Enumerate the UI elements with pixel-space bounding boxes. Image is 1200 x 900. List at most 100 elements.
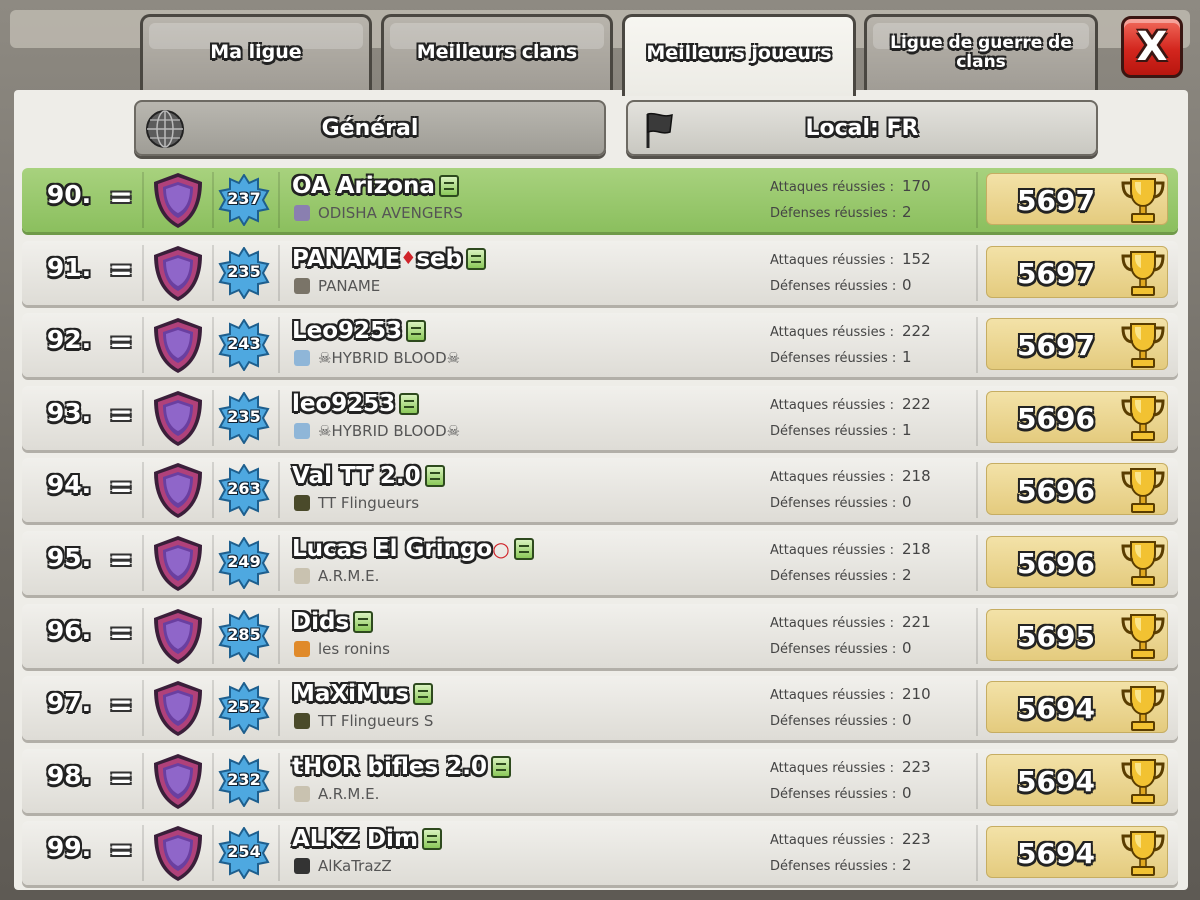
divider [142,535,144,591]
divider [142,607,144,664]
tab-ma-ligue[interactable]: Ma ligue [140,14,372,94]
defenses-value: 0 [902,638,912,657]
clan-name: AlKaTrazZ [318,857,392,876]
attacks-label: Attaques réussies : [770,252,894,268]
divider [976,535,978,591]
player-row[interactable]: 92. = 243 Leo9253 ☠HYBRID BLOOD☠ Attaque… [22,313,1178,378]
divider [142,462,144,519]
attack-defense-stats: Attaques réussies : 223 Défenses réussies… [770,755,970,807]
clan-name: A.R.M.E. [318,784,380,803]
tab-label: Meilleurs clans [416,41,578,63]
player-name-line: OA Arizona [292,172,459,200]
clan-line: AlKaTrazZ [294,857,392,875]
divider [142,680,144,737]
clan-name: A.R.M.E. [318,567,380,585]
player-name-line: leo9253 [292,390,420,418]
player-row[interactable]: 95. = 249 Lucas El Gringo ○ A.R.M.E. Att… [22,531,1178,595]
defenses-value: 2 [902,856,912,875]
trophy-count: 5697 [1017,329,1095,363]
divider [278,607,280,664]
defenses-value: 0 [902,275,912,294]
attacks-value: 218 [902,467,931,486]
trophy-box: 5694 [986,681,1168,734]
clan-name: ODISHA AVENGERS [318,204,463,222]
trophy-box: 5696 [986,536,1168,588]
attacks-label: Attaques réussies : [770,397,894,413]
clan-name: TT Flingueurs S [318,712,434,731]
player-row[interactable]: 98. = 232 tHOR bifles 2.0 A.R.M.E. Attaq… [22,748,1178,813]
close-icon: X [1136,24,1168,70]
xp-level: 235 [227,261,261,281]
player-row[interactable]: 96. = 285 Dids les ronins Attaques réuss… [22,603,1178,668]
rank-trend: = [109,760,133,794]
rank-number: 98. [46,760,92,790]
attack-defense-stats: Attaques réussies : 210 Défenses réussies… [770,682,970,734]
player-row[interactable]: 99. = 254 ALKZ Dim AlKaTrazZ Attaques ré… [22,821,1178,886]
divider [142,172,144,228]
clan-badge-icon [294,640,310,657]
rank-number: 93. [46,397,92,427]
player-row[interactable]: 93. = 235 leo9253 ☠HYBRID BLOOD☠ Attaque… [22,385,1178,450]
divider [278,172,280,228]
filter-local-button[interactable]: Local: FR [626,100,1098,156]
trophy-count: 5697 [1017,256,1095,290]
divider [976,389,978,446]
attacks-value: 223 [902,757,931,776]
clan-line: les ronins [294,640,390,658]
rank-trend: = [109,180,133,213]
rank-number: 91. [46,252,92,282]
divider [212,752,214,809]
legend-league-icon [154,318,202,374]
defenses-label: Défenses réussies : [770,278,897,294]
chat-badge-icon [399,392,420,415]
player-row[interactable]: 90. = 237 OA Arizona ODISHA AVENGERS Att… [22,168,1178,232]
tab-meilleurs-joueurs[interactable]: Meilleurs joueurs [622,14,856,96]
xp-level-star: 263 [218,463,270,518]
trophy-box: 5695 [986,608,1168,661]
clan-badge-icon [294,785,310,802]
player-name: OA Arizona [292,173,435,199]
divider [278,535,280,591]
xp-level-star: 285 [218,608,270,663]
xp-level-star: 237 [218,173,270,227]
player-row[interactable]: 94. = 263 Val TT 2.0 TT Flingueurs Attaq… [22,458,1178,523]
attacks-label: Attaques réussies : [770,325,894,341]
trophy-icon [1121,831,1165,877]
attack-defense-stats: Attaques réussies : 218 Défenses réussies… [770,464,970,516]
divider [212,607,214,664]
tab-meilleurs-clans[interactable]: Meilleurs clans [381,14,613,94]
legend-league-icon [154,463,202,519]
rank-trend: = [109,397,133,431]
trophy-box: 5697 [986,245,1168,298]
divider [976,244,978,301]
divider [278,462,280,519]
trophy-icon [1121,758,1165,804]
player-name-line: tHOR bifles 2.0 [292,753,511,781]
close-button[interactable]: X [1121,16,1183,78]
tab-ligue-guerre-clans[interactable]: Ligue de guerre de clans [864,14,1098,94]
rank-number: 92. [46,325,92,355]
chat-badge-icon [490,755,511,778]
chat-badge-icon [421,828,442,851]
name-marker: ○ [492,537,510,561]
filter-general-button[interactable]: Général [134,100,606,156]
defenses-label: Défenses réussies : [770,569,897,584]
rank-trend: = [109,688,133,722]
player-name: Lucas El Gringo [292,536,493,562]
divider [142,389,144,446]
trophy-icon [1121,468,1165,514]
trophy-icon [1121,178,1165,223]
clan-badge-icon [294,858,310,875]
rank-trend: = [109,470,133,504]
rank-number: 97. [46,688,92,718]
tab-label: Ma ligue [210,41,302,63]
globe-icon [146,110,184,148]
chat-badge-icon [513,538,534,560]
rank-trend: = [109,252,133,286]
player-row[interactable]: 91. = 235 PANAME ♦ seb PANAME Attaques r… [22,240,1178,305]
legend-league-icon [154,173,202,228]
trophy-count: 5696 [1017,547,1095,580]
divider [976,317,978,374]
trophy-count: 5696 [1017,474,1095,508]
player-row[interactable]: 97. = 252 MaXiMus TT Flingueurs S Attaqu… [22,676,1178,741]
